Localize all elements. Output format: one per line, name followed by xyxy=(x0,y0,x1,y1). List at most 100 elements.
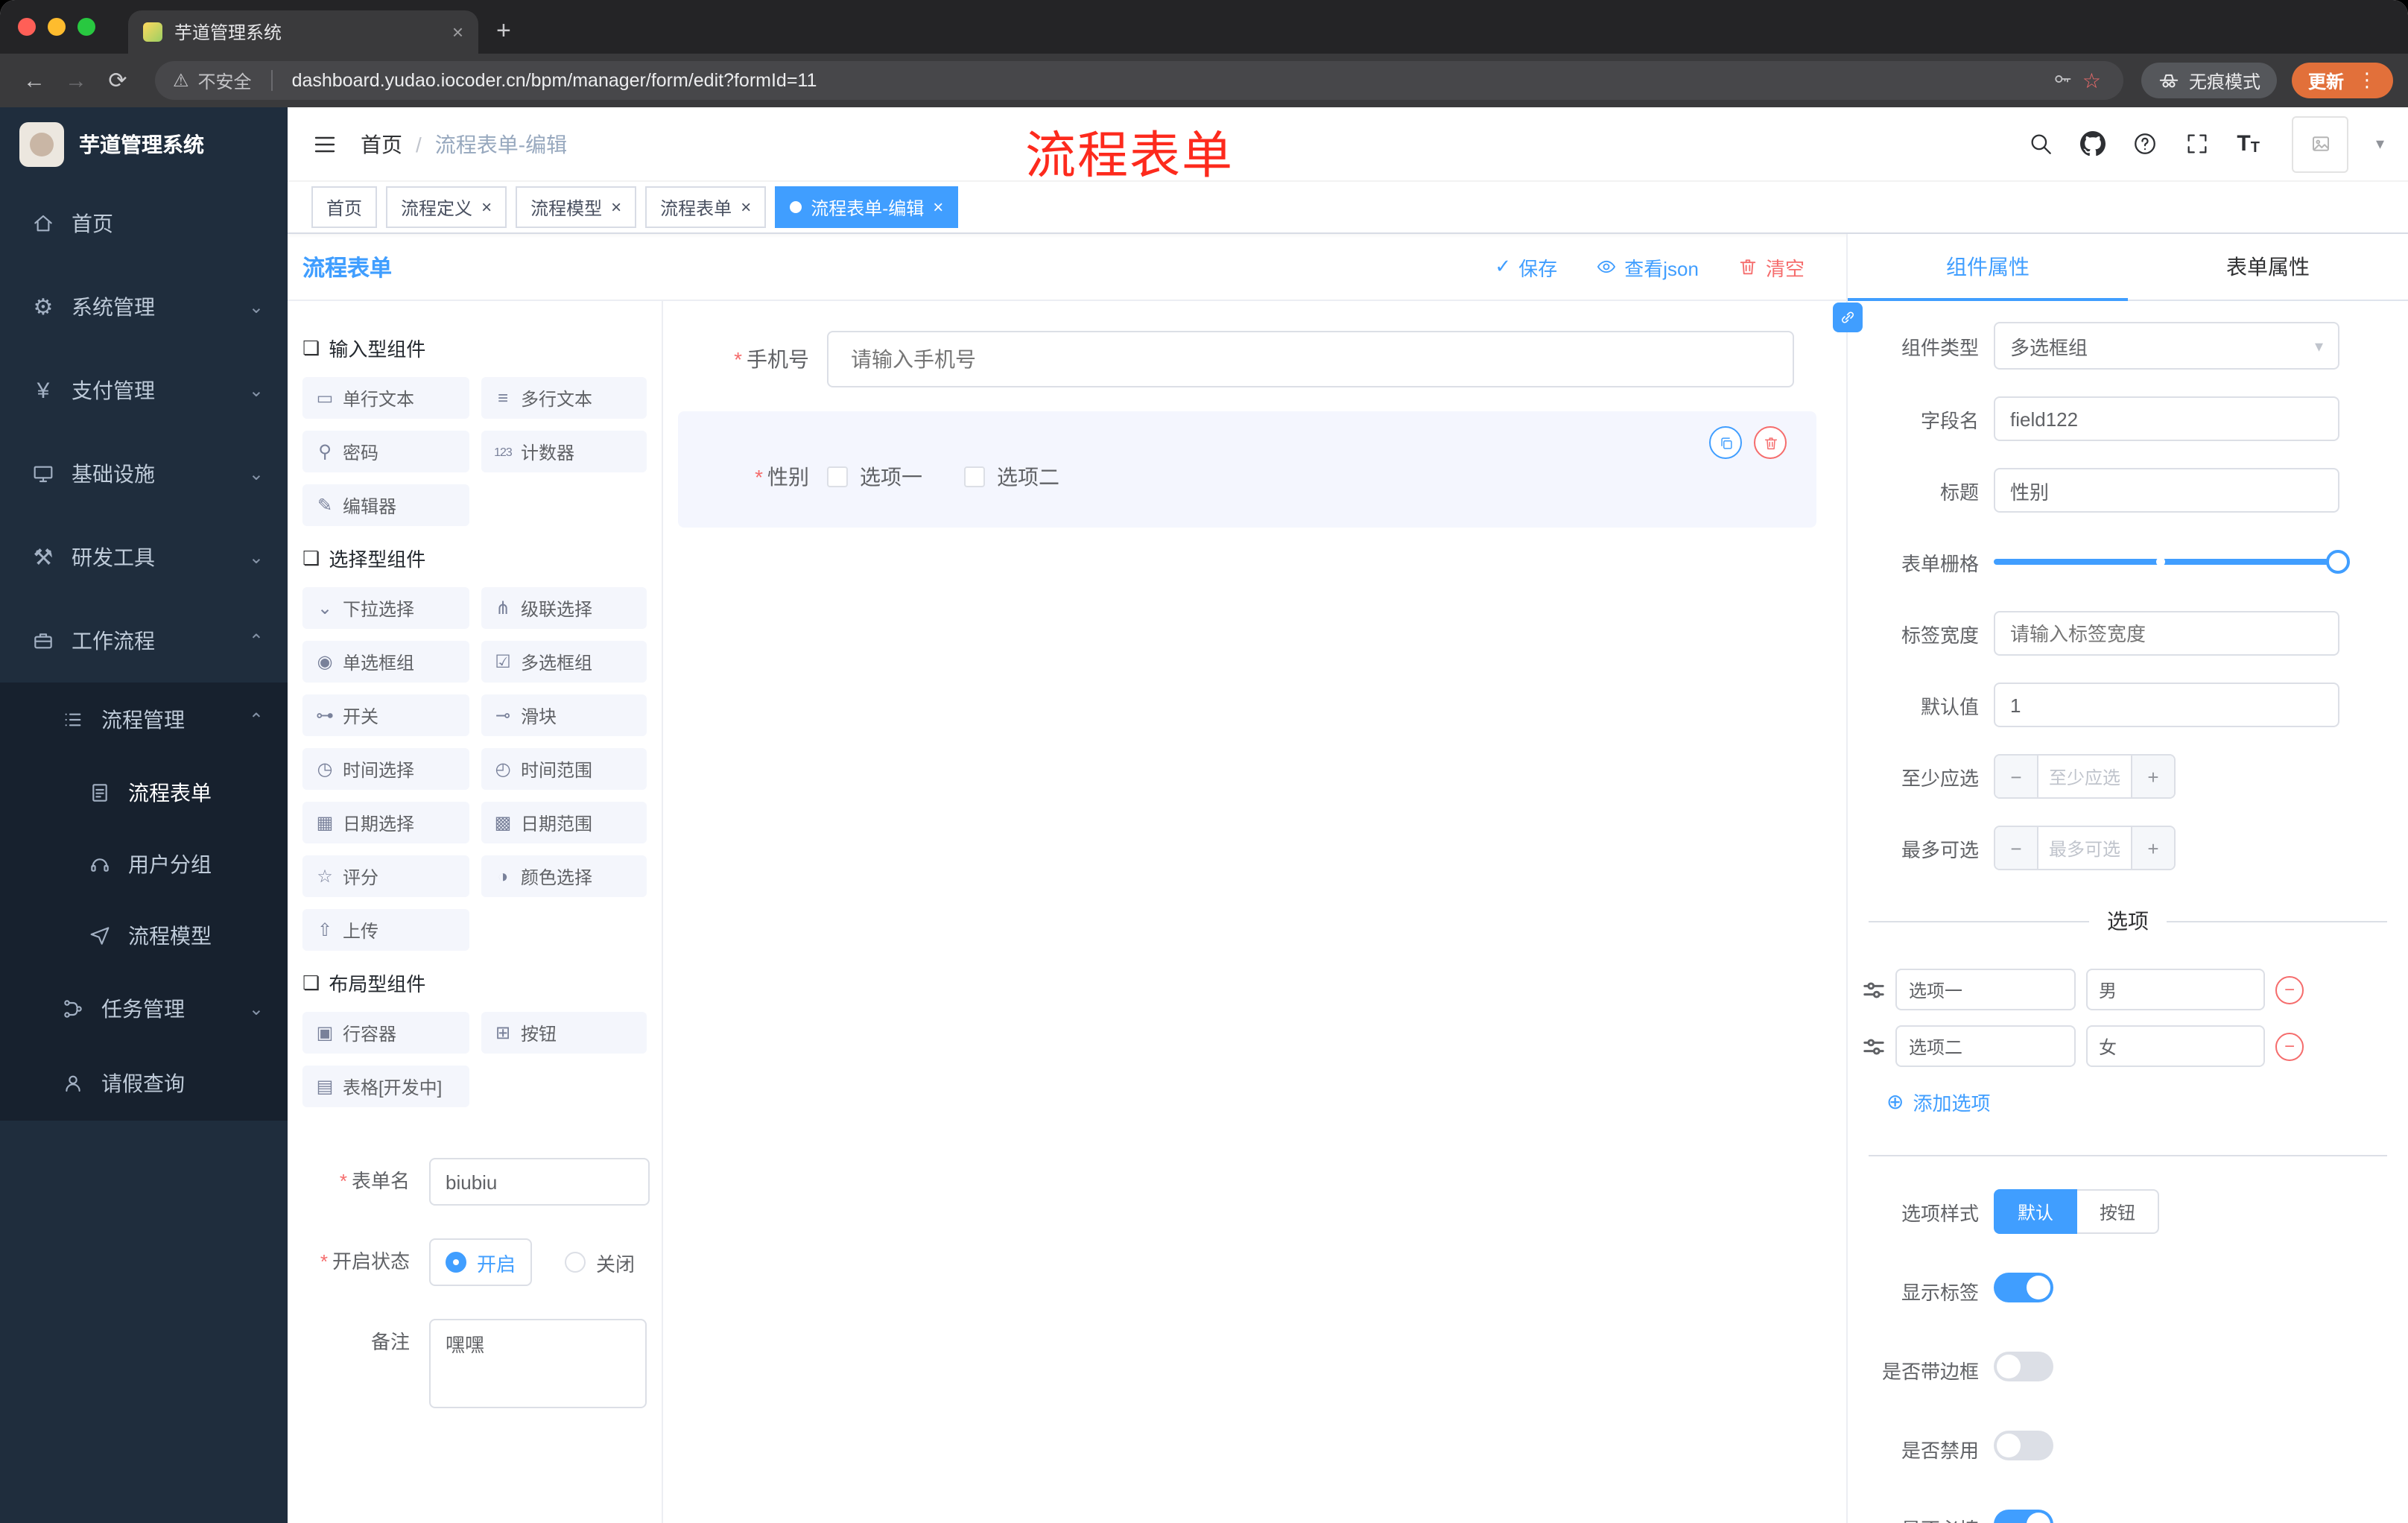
delete-widget-button[interactable] xyxy=(1754,426,1787,459)
add-option-button[interactable]: ⊕ 添加选项 xyxy=(1886,1088,2408,1116)
phone-input[interactable] xyxy=(827,331,1794,387)
tag-close-icon[interactable]: × xyxy=(481,197,492,218)
sidebar-item-process-form[interactable]: 流程表单 xyxy=(0,757,288,829)
tag-close-icon[interactable]: × xyxy=(611,197,621,218)
remove-option-button[interactable]: − xyxy=(2275,975,2304,1004)
border-toggle[interactable] xyxy=(1994,1352,2053,1381)
gender-option-1-checkbox[interactable]: 选项一 xyxy=(827,462,922,492)
palette-item-editor[interactable]: ✎ 编辑器 xyxy=(302,484,469,526)
tab-component-props[interactable]: 组件属性 xyxy=(1848,234,2128,301)
stepper-minus-button[interactable]: − xyxy=(1995,827,2038,869)
palette-item-date-range[interactable]: ▩ 日期范围 xyxy=(481,802,647,843)
sidebar-item-process-management[interactable]: 流程管理 ⌃ xyxy=(0,683,288,757)
sidebar-item-workflow[interactable]: 工作流程 ⌃ xyxy=(0,599,288,683)
tag-process-form-edit[interactable]: 流程表单-编辑 × xyxy=(775,186,959,228)
link-badge[interactable] xyxy=(1833,303,1863,332)
tag-process-definition[interactable]: 流程定义 × xyxy=(386,186,507,228)
disabled-toggle[interactable] xyxy=(1994,1431,2053,1460)
browser-menu-icon[interactable]: ⋮ xyxy=(2357,69,2377,92)
avatar-caret-icon[interactable]: ▾ xyxy=(2376,134,2384,153)
status-off-radio[interactable]: 关闭 xyxy=(565,1248,635,1276)
github-icon[interactable] xyxy=(2080,131,2106,156)
font-size-icon[interactable]: TT xyxy=(2237,131,2260,156)
stepper-plus-button[interactable]: + xyxy=(2131,756,2174,797)
drag-handle-icon[interactable] xyxy=(1863,1035,1885,1057)
show-label-toggle[interactable] xyxy=(1994,1273,2053,1302)
browser-update-button[interactable]: 更新 ⋮ xyxy=(2291,63,2393,98)
style-default-button[interactable]: 默认 xyxy=(1994,1189,2078,1234)
palette-item-color-picker[interactable]: ◑ 颜色选择 xyxy=(481,855,647,897)
sidebar-item-payment[interactable]: ¥ 支付管理 ⌄ xyxy=(0,349,288,432)
tag-process-model[interactable]: 流程模型 × xyxy=(516,186,637,228)
tag-home[interactable]: 首页 xyxy=(311,186,378,228)
hamburger-icon[interactable] xyxy=(311,130,338,157)
sidebar-item-leave-query[interactable]: 请假查询 xyxy=(0,1046,288,1121)
sidebar-item-infrastructure[interactable]: 基础设施 ⌄ xyxy=(0,432,288,516)
palette-item-single-line-text[interactable]: ▭ 单行文本 xyxy=(302,377,469,419)
palette-item-table[interactable]: ▤ 表格[开发中] xyxy=(302,1066,469,1107)
breadcrumb-home[interactable]: 首页 xyxy=(361,129,402,159)
sidebar-item-home[interactable]: 首页 xyxy=(0,182,288,265)
palette-item-slider[interactable]: ⊸ 滑块 xyxy=(481,694,647,736)
help-icon[interactable] xyxy=(2132,131,2158,156)
form-name-input[interactable] xyxy=(429,1158,650,1206)
palette-item-button[interactable]: ⊞ 按钮 xyxy=(481,1012,647,1054)
palette-item-upload[interactable]: ⇧ 上传 xyxy=(302,909,469,951)
minimize-window-button[interactable] xyxy=(48,18,66,36)
option-value-input[interactable] xyxy=(2085,969,2265,1010)
bookmark-star-icon[interactable]: ☆ xyxy=(2082,68,2101,93)
drag-handle-icon[interactable] xyxy=(1863,978,1885,1001)
incognito-badge[interactable]: 无痕模式 xyxy=(2141,63,2277,98)
zoom-window-button[interactable] xyxy=(77,18,95,36)
clear-button[interactable]: 清空 xyxy=(1737,253,1805,281)
label-width-input[interactable] xyxy=(1994,611,2339,656)
sidebar-logo[interactable]: 芋道管理系统 xyxy=(0,107,288,182)
tag-process-form[interactable]: 流程表单 × xyxy=(645,186,767,228)
tag-close-icon[interactable]: × xyxy=(933,197,943,218)
palette-item-select[interactable]: ⌄ 下拉选择 xyxy=(302,587,469,629)
close-window-button[interactable] xyxy=(18,18,36,36)
palette-item-password[interactable]: ⚲ 密码 xyxy=(302,431,469,472)
reload-icon[interactable]: ⟳ xyxy=(98,61,137,100)
component-type-select[interactable]: 多选框组 ▾ xyxy=(1994,322,2339,370)
remark-textarea[interactable]: 嘿嘿 xyxy=(429,1319,647,1408)
selected-form-item-gender[interactable]: * 性别 选项一 选项二 xyxy=(678,411,1816,528)
default-value-input[interactable] xyxy=(1994,683,2339,727)
required-toggle[interactable] xyxy=(1994,1510,2053,1523)
palette-item-multi-line-text[interactable]: ≡ 多行文本 xyxy=(481,377,647,419)
form-canvas[interactable]: *手机号 *性别 xyxy=(663,301,1846,1523)
search-icon[interactable] xyxy=(2028,131,2053,156)
copy-widget-button[interactable] xyxy=(1709,426,1742,459)
tag-close-icon[interactable]: × xyxy=(741,197,751,218)
palette-item-cascader[interactable]: ⋔ 级联选择 xyxy=(481,587,647,629)
palette-item-radio-group[interactable]: ◉ 单选框组 xyxy=(302,641,469,683)
new-tab-button[interactable]: + xyxy=(496,16,511,46)
back-icon[interactable]: ← xyxy=(15,61,54,100)
option-label-input[interactable] xyxy=(1895,969,2075,1010)
palette-item-time-picker[interactable]: ◷ 时间选择 xyxy=(302,748,469,790)
sidebar-item-task-management[interactable]: 任务管理 ⌄ xyxy=(0,972,288,1046)
tab-form-props[interactable]: 表单属性 xyxy=(2128,234,2408,300)
address-bar[interactable]: ⚠ 不安全 dashboard.yudao.iocoder.cn/bpm/man… xyxy=(155,61,2123,100)
sidebar-item-user-group[interactable]: 用户分组 xyxy=(0,829,288,900)
palette-item-switch[interactable]: ⊶ 开关 xyxy=(302,694,469,736)
style-button-button[interactable]: 按钮 xyxy=(2077,1189,2160,1234)
browser-tab[interactable]: 芋道管理系统 × xyxy=(128,10,478,54)
form-grid-slider[interactable] xyxy=(1994,539,2350,584)
palette-item-row-container[interactable]: ▣ 行容器 xyxy=(302,1012,469,1054)
sidebar-item-process-model[interactable]: 流程模型 xyxy=(0,900,288,972)
stepper-plus-button[interactable]: + xyxy=(2131,827,2174,869)
gender-option-2-checkbox[interactable]: 选项二 xyxy=(964,462,1059,492)
slider-handle[interactable] xyxy=(2326,550,2350,574)
sidebar-item-dev-tools[interactable]: ⚒ 研发工具 ⌄ xyxy=(0,516,288,599)
palette-item-counter[interactable]: 123 计数器 xyxy=(481,431,647,472)
password-key-icon[interactable] xyxy=(2053,68,2073,93)
status-on-radio[interactable]: 开启 xyxy=(429,1238,533,1286)
remove-option-button[interactable]: − xyxy=(2275,1032,2304,1060)
avatar[interactable] xyxy=(2292,115,2349,172)
stepper-minus-button[interactable]: − xyxy=(1995,756,2038,797)
forward-icon[interactable]: → xyxy=(57,61,95,100)
palette-item-rate[interactable]: ☆ 评分 xyxy=(302,855,469,897)
tab-close-icon[interactable]: × xyxy=(452,21,463,43)
fullscreen-icon[interactable] xyxy=(2184,131,2210,156)
